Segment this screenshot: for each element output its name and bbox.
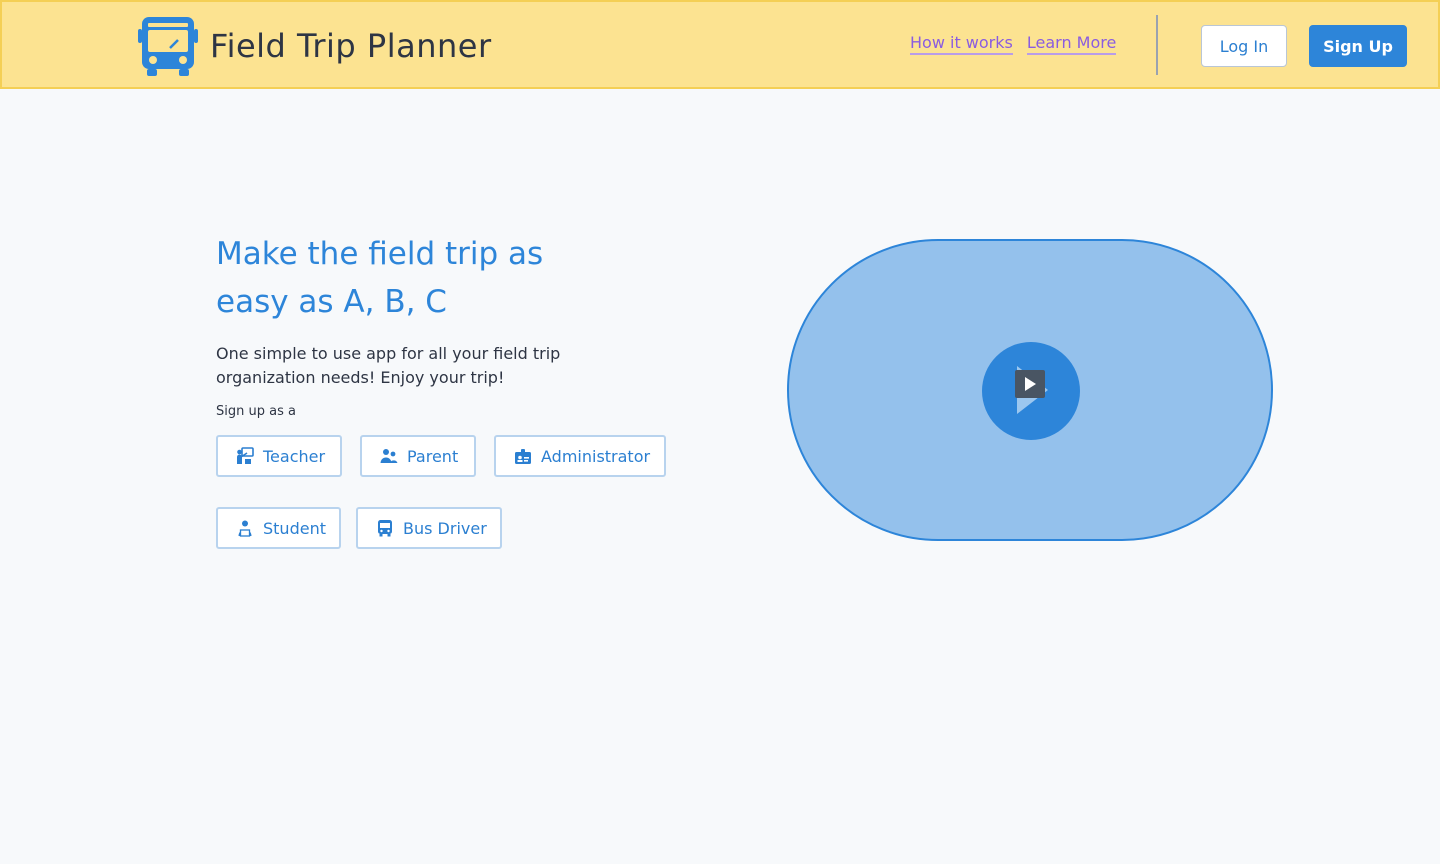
role-parent-button[interactable]: Parent xyxy=(360,435,476,477)
id-card-icon xyxy=(515,449,531,464)
play-button[interactable] xyxy=(982,342,1080,440)
signup-button[interactable]: Sign Up xyxy=(1309,25,1407,67)
hero-subtitle: One simple to use app for all your field… xyxy=(216,344,561,387)
role-label: Parent xyxy=(407,446,459,466)
video-player[interactable] xyxy=(787,239,1273,541)
role-label: Teacher xyxy=(263,446,326,466)
role-label: Student xyxy=(263,518,326,538)
top-header: Field Trip Planner How it works Learn Mo… xyxy=(0,0,1440,89)
role-teacher-button[interactable]: Teacher xyxy=(216,435,342,477)
hero-section: Make the field trip as easy as A, B, C O… xyxy=(216,230,686,549)
role-administrator-button[interactable]: Administrator xyxy=(494,435,666,477)
bus-icon xyxy=(378,520,392,537)
app-title: Field Trip Planner xyxy=(210,27,492,65)
how-it-works-link[interactable]: How it works xyxy=(910,33,1013,55)
header-divider xyxy=(1156,15,1158,75)
role-bus-driver-button[interactable]: Bus Driver xyxy=(356,507,502,549)
login-button[interactable]: Log In xyxy=(1201,25,1287,67)
role-label: Bus Driver xyxy=(403,518,487,538)
learn-more-link[interactable]: Learn More xyxy=(1026,33,1117,55)
role-student-button[interactable]: Student xyxy=(216,507,341,549)
hero-title: Make the field trip as easy as A, B, C xyxy=(216,236,544,320)
signup-as-label: Sign up as a xyxy=(216,404,296,419)
student-icon xyxy=(238,520,252,537)
role-row-2: Student Bus Driver xyxy=(216,507,502,549)
parent-icon xyxy=(380,449,398,463)
teacher-icon xyxy=(237,447,254,464)
role-label: Administrator xyxy=(541,446,651,466)
brand[interactable]: Field Trip Planner xyxy=(138,15,492,77)
nav-links: How it works Learn More xyxy=(910,33,1117,55)
bus-icon xyxy=(138,17,198,76)
play-icon xyxy=(1015,366,1048,414)
role-row-1: Teacher Parent Administrator xyxy=(216,435,666,477)
